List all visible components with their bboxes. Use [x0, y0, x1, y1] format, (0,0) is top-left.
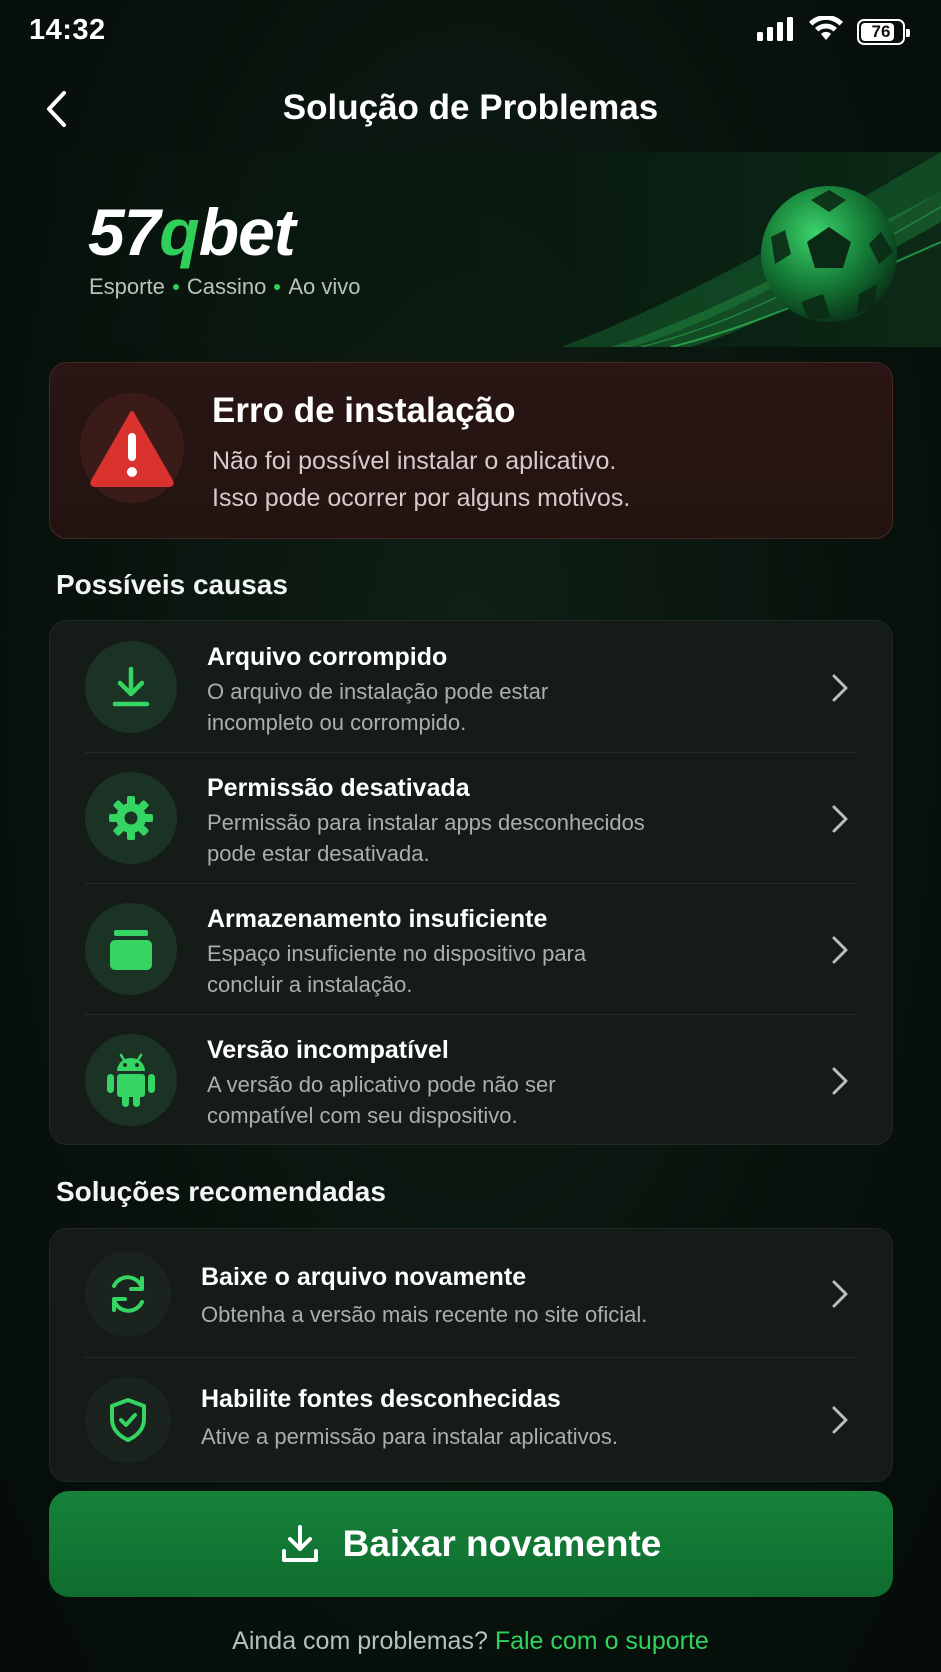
soccer-ball-icon — [761, 186, 897, 322]
android-icon — [107, 1053, 155, 1107]
cause-icon-wrap — [85, 903, 177, 995]
solution-description: Ative a permissão para instalar aplicati… — [201, 1424, 618, 1449]
cause-title: Armazenamento insuficiente — [207, 905, 548, 933]
causes-section-title: Possíveis causas — [56, 569, 288, 600]
status-icons: 76 — [757, 14, 910, 47]
solution-icon-wrap — [85, 1251, 171, 1337]
chevron-right-icon — [828, 1064, 852, 1098]
error-message: Não foi possível instalar o aplicativo. … — [212, 443, 630, 517]
tagline-item: Cassino — [186, 274, 267, 299]
cause-item-insufficient-storage[interactable]: Armazenamento insuficiente Espaço insufi… — [50, 883, 894, 1014]
brand-tagline: Esporte Cassino Ao vivo — [89, 274, 360, 300]
download-icon — [112, 666, 150, 707]
cause-item-corrupted-file[interactable]: Arquivo corrompido O arquivo de instalaç… — [50, 621, 894, 752]
chevron-right-icon — [828, 933, 852, 967]
page-title: Solução de Problemas — [282, 88, 659, 127]
solution-item-download-again[interactable]: Baixe o arquivo novamente Obtenha a vers… — [50, 1229, 894, 1357]
cause-desc-line: concluir a instalação. — [207, 972, 413, 997]
error-title: Erro de instalação — [212, 391, 516, 430]
chevron-right-icon — [828, 802, 852, 836]
cause-description: A versão do aplicativo pode não ser comp… — [207, 1069, 727, 1131]
solution-title: Baixe o arquivo novamente — [201, 1263, 527, 1291]
cause-icon-wrap — [85, 772, 177, 864]
cause-item-permission-disabled[interactable]: Permissão desativada Permissão para inst… — [50, 752, 894, 883]
cause-desc-line: Permissão para instalar apps desconhecid… — [207, 810, 645, 835]
cause-title: Permissão desativada — [207, 774, 470, 802]
wifi-icon — [809, 14, 843, 47]
error-card: Erro de instalação Não foi possível inst… — [49, 362, 893, 539]
header: Solução de Problemas — [0, 70, 941, 150]
cause-icon-wrap — [85, 1034, 177, 1126]
support-link[interactable]: Fale com o suporte — [495, 1627, 709, 1655]
cause-desc-line: incompleto ou corrompido. — [207, 710, 467, 735]
cause-desc-line: Espaço insuficiente no dispositivo para — [207, 941, 587, 966]
solution-description: Obtenha a versão mais recente no site of… — [201, 1302, 648, 1327]
cause-description: Espaço insuficiente no dispositivo para … — [207, 938, 727, 1000]
tagline-item: Esporte — [89, 274, 165, 299]
tagline-item: Ao vivo — [288, 274, 361, 299]
brand-banner: 57qbet Esporte Cassino Ao vivo — [0, 152, 941, 347]
logo-text-q: q — [159, 195, 199, 269]
download-again-label: Baixar novamente — [342, 1523, 662, 1564]
battery-tip — [906, 28, 910, 37]
battery-level: 76 — [871, 21, 891, 41]
status-time: 14:32 — [29, 14, 106, 46]
chevron-right-icon — [828, 671, 852, 705]
download-icon — [281, 1525, 318, 1562]
causes-list: Arquivo corrompido O arquivo de instalaç… — [49, 620, 893, 1145]
chevron-right-icon — [828, 1277, 852, 1311]
support-footer: Ainda com problemas? Fale com o suporte — [0, 1627, 941, 1656]
warning-icon — [90, 411, 174, 487]
error-icon-wrap — [80, 393, 184, 503]
signal-icon — [757, 17, 795, 46]
brand-logo: 57qbet — [88, 194, 296, 270]
tagline-dot — [274, 284, 281, 290]
logo-text-57: 57 — [88, 195, 160, 269]
chevron-right-icon — [828, 1403, 852, 1437]
solution-icon-wrap — [85, 1377, 171, 1463]
cause-icon-wrap — [85, 641, 177, 733]
cause-title: Versão incompatível — [207, 1036, 449, 1064]
error-message-line: Isso pode ocorrer por alguns motivos. — [212, 484, 631, 512]
cause-description: O arquivo de instalação pode estar incom… — [207, 676, 727, 738]
solutions-list: Baixe o arquivo novamente Obtenha a vers… — [49, 1228, 893, 1482]
error-message-line: Não foi possível instalar o aplicativo. — [212, 447, 617, 475]
support-text: Ainda com problemas? — [232, 1627, 488, 1655]
status-bar: 14:32 76 — [0, 0, 941, 62]
solution-item-enable-unknown-sources[interactable]: Habilite fontes desconhecidas Ative a pe… — [50, 1357, 894, 1483]
cause-item-incompatible-version[interactable]: Versão incompatível A versão do aplicati… — [50, 1014, 894, 1145]
logo-text-bet: bet — [198, 195, 296, 269]
cause-desc-line: pode estar desativada. — [207, 841, 430, 866]
shield-check-icon — [110, 1398, 146, 1442]
solution-title: Habilite fontes desconhecidas — [201, 1385, 561, 1413]
cause-desc-line: compatível com seu dispositivo. — [207, 1103, 518, 1128]
gear-icon — [109, 796, 153, 840]
refresh-icon — [112, 1275, 144, 1313]
cause-title: Arquivo corrompido — [207, 643, 448, 671]
cause-desc-line: O arquivo de instalação pode estar — [207, 679, 549, 704]
tagline-dot — [172, 284, 179, 290]
solutions-section-title: Soluções recomendadas — [56, 1176, 386, 1207]
cause-description: Permissão para instalar apps desconhecid… — [207, 807, 727, 869]
battery-indicator: 76 — [857, 18, 910, 45]
cause-desc-line: A versão do aplicativo pode não ser — [207, 1072, 556, 1097]
download-again-button[interactable]: Baixar novamente — [49, 1491, 893, 1597]
storage-icon — [110, 930, 152, 970]
